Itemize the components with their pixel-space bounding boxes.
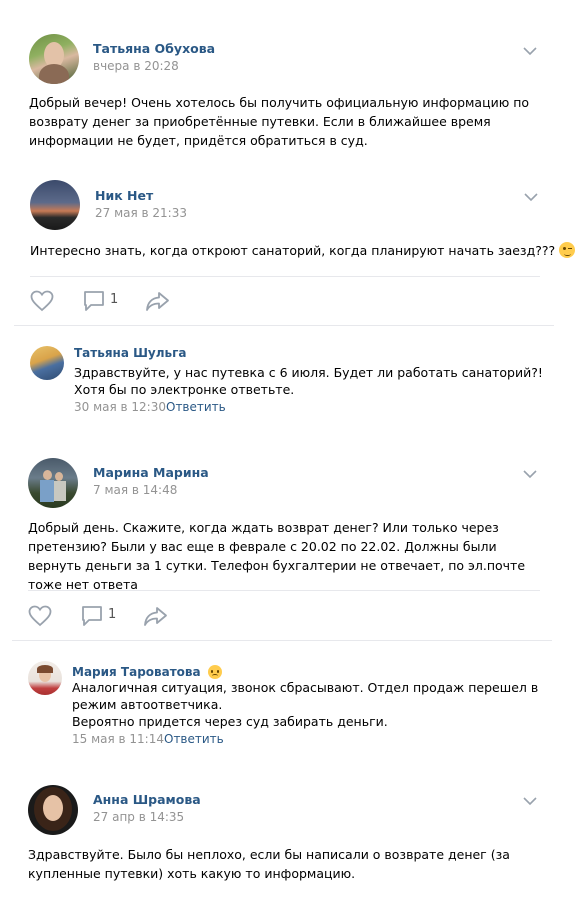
chevron-down-icon[interactable] xyxy=(524,192,538,202)
post-author[interactable]: Татьяна Обухова xyxy=(93,41,215,56)
divider xyxy=(12,640,552,641)
chevron-down-icon[interactable] xyxy=(523,46,537,56)
post-text: Здравствуйте. Было бы неплохо, если бы н… xyxy=(28,847,510,881)
divider xyxy=(30,276,540,277)
divider xyxy=(14,325,554,326)
reply-author[interactable]: Мария Тароватова xyxy=(72,665,201,679)
post-date[interactable]: 27 апр в 14:35 xyxy=(93,810,184,824)
heart-icon[interactable] xyxy=(28,605,52,627)
avatar[interactable] xyxy=(29,34,79,84)
heart-icon[interactable] xyxy=(30,290,54,312)
chevron-down-icon[interactable] xyxy=(523,796,537,806)
share-icon[interactable] xyxy=(145,290,171,312)
avatar[interactable] xyxy=(30,346,64,380)
post-author[interactable]: Марина Марина xyxy=(93,465,209,480)
avatar[interactable] xyxy=(30,180,80,230)
post-date[interactable]: вчера в 20:28 xyxy=(93,59,179,73)
comments-count[interactable]: 1 xyxy=(110,292,118,307)
sad-face-emoji xyxy=(207,665,222,679)
comments-count[interactable]: 1 xyxy=(108,607,116,622)
post-text: Интересно знать, когда откроют санаторий… xyxy=(30,241,576,260)
reply-button[interactable]: Ответить xyxy=(166,400,226,414)
post-author[interactable]: Анна Шрамова xyxy=(93,792,201,807)
reply-header: Мария Тароватова xyxy=(72,661,222,680)
avatar[interactable] xyxy=(28,458,78,508)
divider xyxy=(28,590,540,591)
reply-text: Аналогичная ситуация, звонок сбрасывают.… xyxy=(72,679,542,730)
reply-text: Здравствуйте, у нас путевка с 6 июля. Бу… xyxy=(74,365,543,397)
reply-date[interactable]: 15 мая в 11:14 xyxy=(72,732,164,746)
winking-face-emoji xyxy=(559,242,576,258)
avatar[interactable] xyxy=(28,785,78,835)
reply-text-line: Вероятно придется через суд забирать ден… xyxy=(72,714,388,729)
chevron-down-icon[interactable] xyxy=(523,469,537,479)
post-text: Добрый день. Скажите, когда ждать возвра… xyxy=(28,520,526,592)
post-date[interactable]: 7 мая в 14:48 xyxy=(93,483,177,497)
post-date[interactable]: 27 мая в 21:33 xyxy=(95,206,187,220)
reply-date[interactable]: 30 мая в 12:30 xyxy=(74,400,166,414)
reply-author[interactable]: Татьяна Шульга xyxy=(74,346,187,360)
comment-icon[interactable] xyxy=(80,605,104,627)
reply-text-line: Аналогичная ситуация, звонок сбрасывают.… xyxy=(72,680,539,712)
post-author[interactable]: Ник Нет xyxy=(95,188,153,203)
avatar[interactable] xyxy=(28,661,62,695)
post-text: Добрый вечер! Очень хотелось бы получить… xyxy=(29,95,530,148)
comment-icon[interactable] xyxy=(82,290,106,312)
reply-button[interactable]: Ответить xyxy=(164,732,224,746)
post-text-content: Интересно знать, когда откроют санаторий… xyxy=(30,243,556,258)
share-icon[interactable] xyxy=(143,605,169,627)
